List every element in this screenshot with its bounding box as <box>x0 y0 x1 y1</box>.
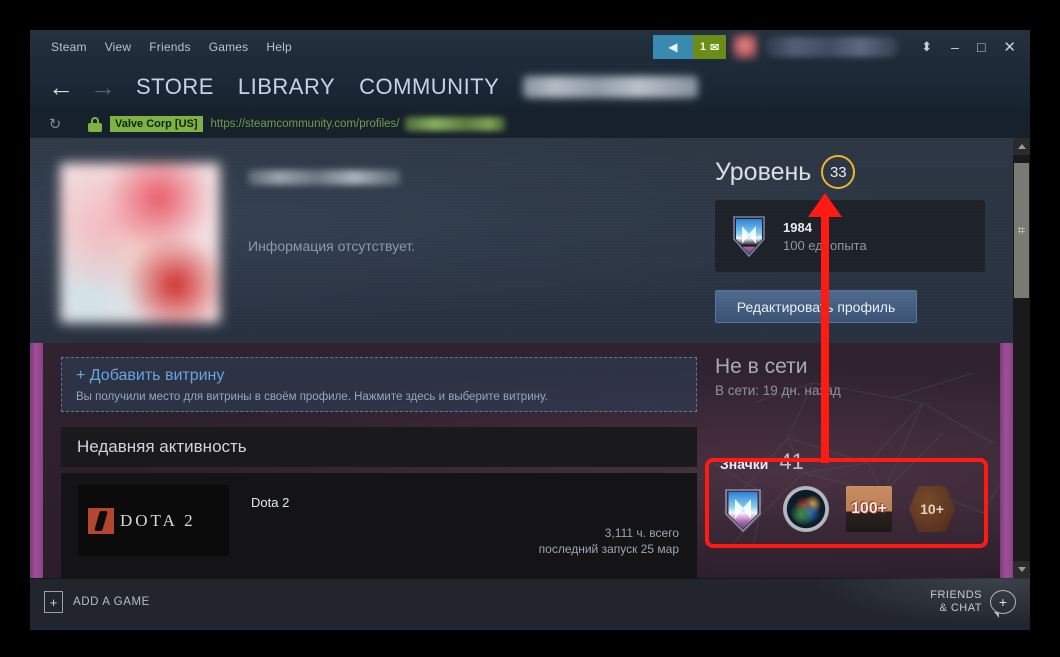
add-showcase-subtitle: Вы получили место для витрины в своём пр… <box>76 391 548 403</box>
add-a-game-button[interactable]: + ADD A GAME <box>44 591 150 613</box>
menu-bar: Steam View Friends Games Help ◀ 1 ✉ ⬍ – … <box>30 30 1030 64</box>
add-showcase-title: + Добавить витрину <box>76 367 225 384</box>
lock-icon <box>88 116 102 132</box>
badge-porthole[interactable] <box>783 486 829 532</box>
badge-10-plus[interactable]: 10+ <box>909 486 955 532</box>
add-a-game-label: ADD A GAME <box>73 596 150 608</box>
page-content: Информация отсутствует. Уровень 33 1984 … <box>30 138 1030 578</box>
page-scroll-area: Информация отсутствует. Уровень 33 1984 … <box>30 138 1013 578</box>
expand-icon[interactable]: ⬍ <box>911 39 942 55</box>
background-edge-right <box>1000 343 1013 578</box>
navigation-bar: ← → STORE LIBRARY COMMUNITY <box>30 64 1030 110</box>
reload-icon[interactable]: ↻ <box>42 115 68 133</box>
online-status: Не в сети В сети: 19 дн. назад <box>715 355 841 398</box>
arrow-right-icon[interactable]: → <box>82 74 124 100</box>
maximize-icon[interactable]: □ <box>968 39 994 55</box>
minimize-icon[interactable]: – <box>942 39 968 55</box>
profile-body: + Добавить витрину Вы получили место для… <box>30 343 1013 578</box>
xp-card[interactable]: 1984 100 ед. опыта <box>715 200 985 272</box>
edit-profile-button[interactable]: Редактировать профиль <box>715 290 917 323</box>
game-stats: 3,111 ч. всего последний запуск 25 мар <box>539 525 679 557</box>
badges-label[interactable]: Значки <box>720 456 768 472</box>
badge-100-plus[interactable]: 100+ <box>846 486 892 532</box>
xp-title: 1984 <box>783 219 812 235</box>
envelope-icon: ✉ <box>710 41 720 54</box>
xp-subtitle: 100 ед. опыта <box>783 237 867 253</box>
badge-100-plus-text: 100+ <box>850 500 888 517</box>
nav-link-store[interactable]: STORE <box>124 74 226 100</box>
titlebar-controls: ◀ 1 ✉ ⬍ – □ ✕ <box>652 30 1030 64</box>
level-badge[interactable]: 33 <box>821 155 856 189</box>
scroll-down-icon[interactable] <box>1013 561 1030 578</box>
dota2-logo-icon <box>88 507 114 534</box>
profile-header: Информация отсутствует. Уровень 33 1984 … <box>30 138 1013 343</box>
activity-game-row[interactable]: DOTA 2 Dota 2 3,111 ч. всего последний з… <box>61 473 697 578</box>
menu-item-friends[interactable]: Friends <box>140 37 199 57</box>
profile-level: Уровень 33 <box>715 155 856 189</box>
address-bar: ↻ Valve Corp [US] https://steamcommunity… <box>30 110 1030 138</box>
close-icon[interactable]: ✕ <box>994 38 1030 56</box>
notification-count: 1 <box>699 41 707 53</box>
scroll-up-icon[interactable] <box>1013 138 1030 155</box>
badge-game-1984[interactable] <box>720 486 766 533</box>
plus-icon: + <box>44 591 63 613</box>
game-hours: 3,111 ч. всего <box>604 526 679 540</box>
badges-header: Значки 41 <box>720 449 988 475</box>
scroll-thumb[interactable] <box>1014 163 1029 298</box>
game-title[interactable]: Dota 2 <box>251 495 289 510</box>
steam-client-window: Steam View Friends Games Help ◀ 1 ✉ ⬍ – … <box>30 30 1030 630</box>
recent-activity-title: Недавняя активность <box>77 437 247 456</box>
dota2-capsule[interactable]: DOTA 2 <box>78 485 229 556</box>
status-bar: + ADD A GAME FRIENDS & CHAT + <box>30 578 1030 626</box>
background-edge-left <box>30 343 43 578</box>
page-scrollbar[interactable] <box>1013 138 1030 578</box>
badges-section: Значки 41 100+ 10+ <box>720 449 988 533</box>
friends-chat-line1: FRIENDS <box>930 589 982 601</box>
certificate-owner: Valve Corp [US] <box>110 116 203 132</box>
menu-item-steam[interactable]: Steam <box>42 37 96 57</box>
badges-count: 41 <box>779 449 804 474</box>
arrow-left-icon[interactable]: ← <box>40 74 82 100</box>
dota2-capsule-text: DOTA 2 <box>120 510 196 530</box>
broadcast-icon[interactable]: ◀ <box>652 35 693 59</box>
menu-item-games[interactable]: Games <box>200 37 258 57</box>
menu-item-view[interactable]: View <box>96 37 141 57</box>
status-last-online: В сети: 19 дн. назад <box>715 383 841 398</box>
nav-link-library[interactable]: LIBRARY <box>226 74 347 100</box>
status-state: Не в сети <box>715 355 808 378</box>
avatar[interactable] <box>732 34 759 60</box>
username-redacted[interactable] <box>764 37 900 57</box>
friends-chat-line2: & CHAT <box>939 602 982 614</box>
notifications-button[interactable]: 1 ✉ <box>692 35 727 59</box>
profile-name-redacted <box>248 170 400 185</box>
game-badge-icon <box>729 214 769 258</box>
friends-chat-label: FRIENDS & CHAT <box>930 589 982 615</box>
nav-link-community[interactable]: COMMUNITY <box>347 74 511 100</box>
friends-and-chat-button[interactable]: FRIENDS & CHAT + <box>930 589 1016 618</box>
add-showcase-panel[interactable]: + Добавить витрину Вы получили место для… <box>61 357 697 412</box>
recent-activity-header: Недавняя активность <box>61 427 697 467</box>
profile-avatar[interactable] <box>60 163 220 323</box>
url-text[interactable]: https://steamcommunity.com/profiles/ <box>211 118 400 130</box>
url-id-redacted <box>404 117 505 131</box>
profile-summary: Информация отсутствует. <box>248 238 416 254</box>
menu-item-help[interactable]: Help <box>257 37 300 57</box>
add-friend-icon[interactable]: + <box>990 590 1016 618</box>
level-label: Уровень <box>715 157 812 186</box>
badge-10-plus-text: 10+ <box>920 501 944 517</box>
xp-texts: 1984 100 ед. опыта <box>783 220 867 253</box>
nav-username-redacted[interactable] <box>523 76 699 98</box>
game-last-played: последний запуск 25 мар <box>538 542 679 556</box>
badges-list: 100+ 10+ <box>720 486 988 533</box>
screenshot-root: Steam View Friends Games Help ◀ 1 ✉ ⬍ – … <box>0 0 1060 657</box>
